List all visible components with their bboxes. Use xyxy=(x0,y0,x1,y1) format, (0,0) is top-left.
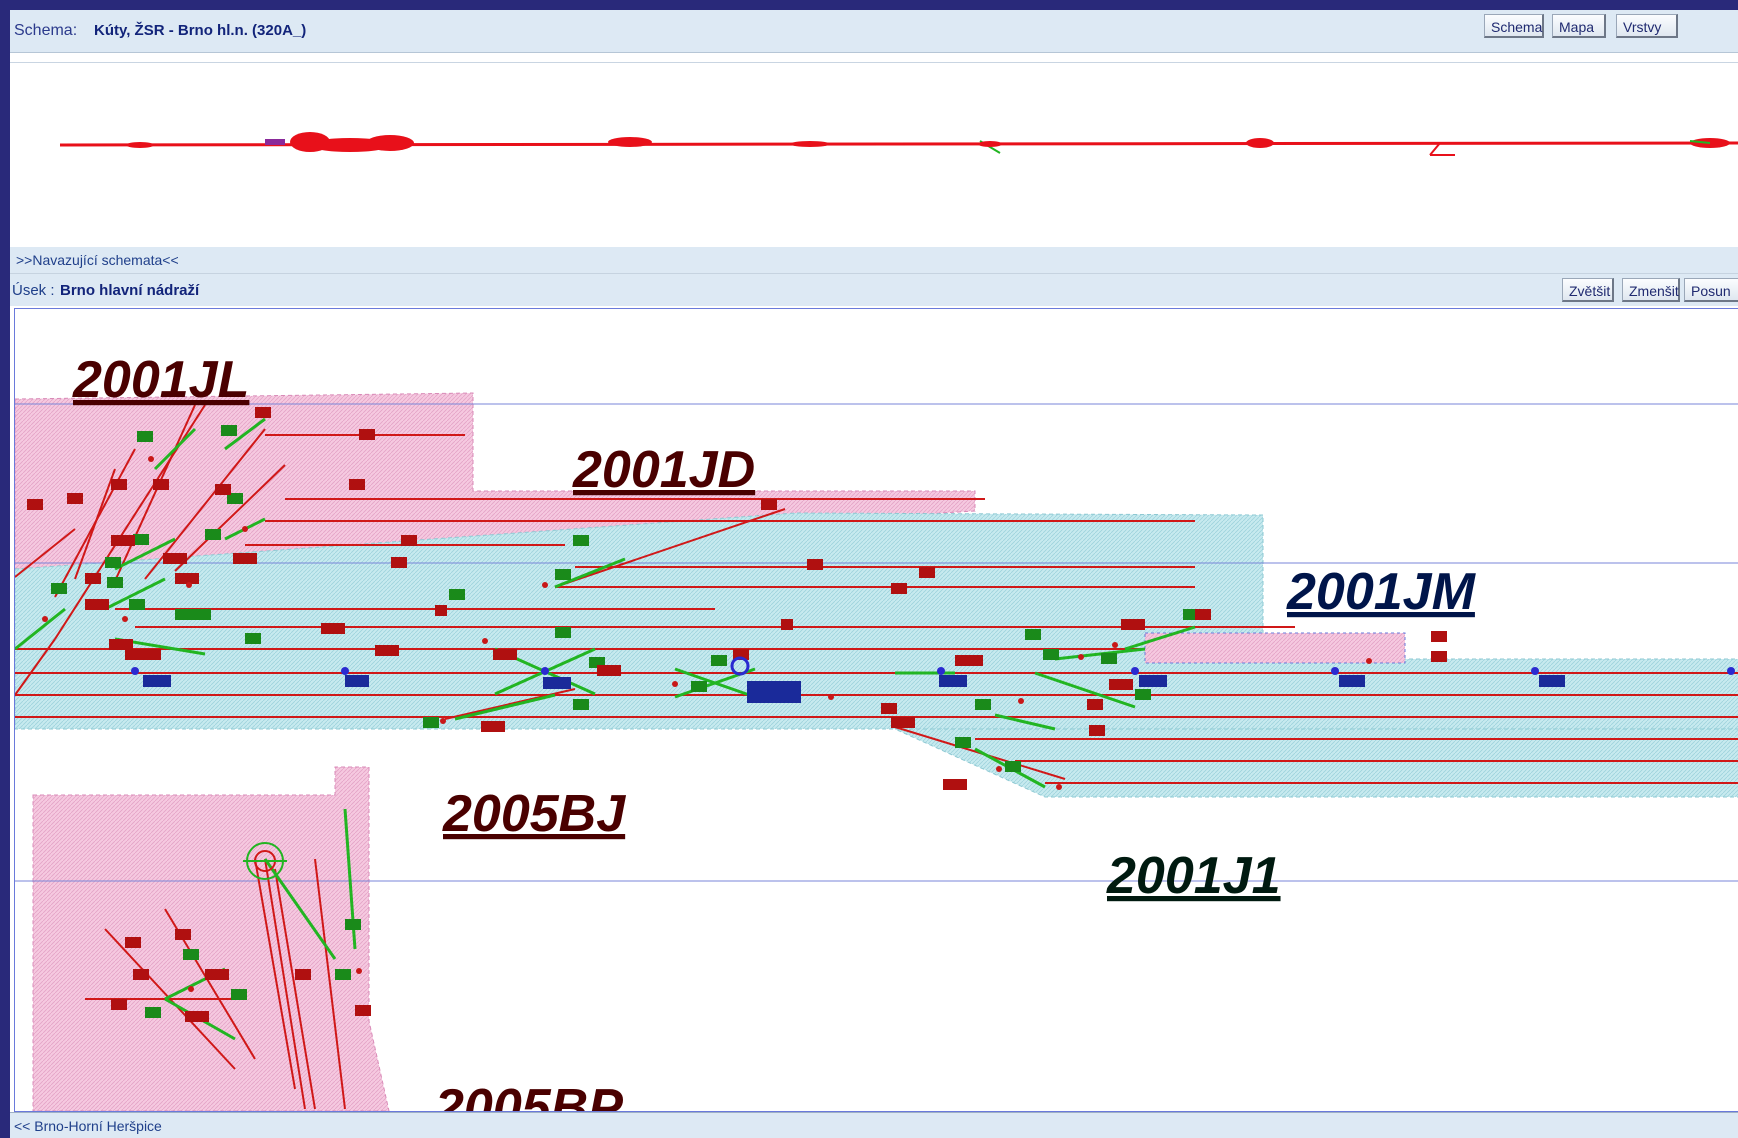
zone-label-2001jl: 2001JL xyxy=(72,351,249,409)
overview-track-graphic xyxy=(59,132,1738,156)
zone-area-2005bj xyxy=(32,766,390,1111)
app-window: Schema: Kúty, ŽSR - Brno hl.n. (320A_) S… xyxy=(10,10,1738,1138)
zone-label-2005bj: 2005BJ xyxy=(442,785,626,843)
layers-button[interactable]: Vrstvy xyxy=(1616,14,1678,38)
zone-label-2001jm: 2001JM xyxy=(1286,563,1477,621)
linked-schemes-link[interactable]: >>Navazující schemata<< xyxy=(16,252,179,268)
section-header: Úsek : Brno hlavní nádraží Zvětšit Zmenš… xyxy=(10,274,1738,306)
zoom-out-button[interactable]: Zmenšit xyxy=(1622,278,1680,302)
footer-bar: << Brno-Horní Heršpice xyxy=(10,1112,1738,1138)
zone-label-2001jd: 2001JD xyxy=(572,441,755,499)
zone-label-2001j1: 2001J1 xyxy=(1106,847,1281,905)
section-value: Brno hlavní nádraží xyxy=(60,282,200,299)
map-button[interactable]: Mapa xyxy=(1552,14,1606,38)
schema-value: Kúty, ŽSR - Brno hl.n. (320A_) xyxy=(94,22,307,39)
pan-button[interactable]: Posun xyxy=(1684,278,1738,302)
track-diagram[interactable]: 2001JL 2001JD 2001JM 2005BJ 2001J1 2005B… xyxy=(14,308,1738,1112)
section-label: Úsek : xyxy=(12,282,55,299)
zone-label-2005bp: 2005BP xyxy=(434,1079,623,1111)
prev-section-link[interactable]: << Brno-Horní Heršpice xyxy=(14,1118,162,1134)
schema-label: Schema: xyxy=(14,22,78,39)
overview-map[interactable] xyxy=(10,62,1738,248)
schema-header: Schema: Kúty, ŽSR - Brno hl.n. (320A_) S… xyxy=(10,10,1738,53)
zoom-in-button[interactable]: Zvětšit xyxy=(1562,278,1614,302)
platform-area xyxy=(1144,632,1406,664)
schema-button[interactable]: Schema xyxy=(1484,14,1544,38)
linked-schemes-bar: >>Navazující schemata<< xyxy=(10,247,1738,274)
track-diagram-canvas: 2001JL 2001JD 2001JM 2005BJ 2001J1 2005B… xyxy=(15,351,1738,1111)
